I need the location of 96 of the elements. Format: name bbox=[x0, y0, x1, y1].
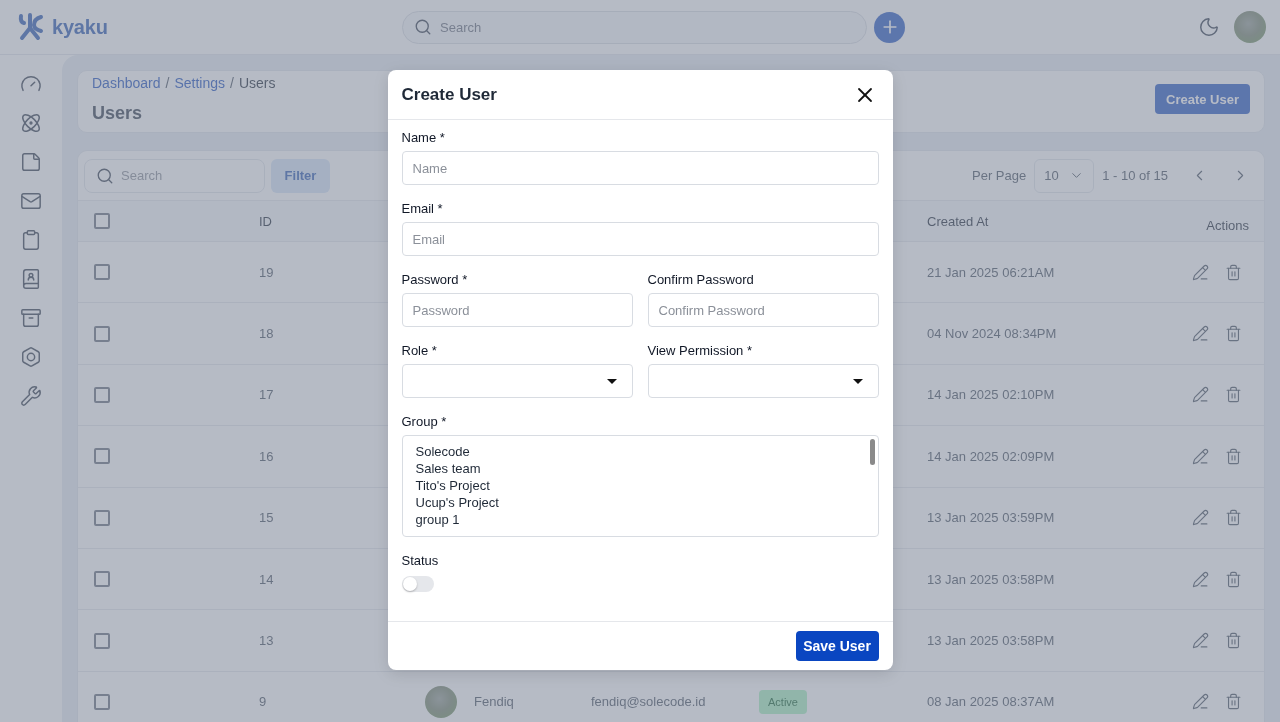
list-option[interactable]: Solecode bbox=[414, 443, 471, 460]
trash-icon[interactable] bbox=[1225, 447, 1242, 465]
pencil-icon[interactable] bbox=[1192, 509, 1209, 527]
per-page-label: Per Page bbox=[972, 168, 1027, 183]
hexagon-nut-icon[interactable] bbox=[20, 346, 42, 368]
select-field[interactable] bbox=[401, 364, 633, 398]
list-option[interactable]: Sales team bbox=[414, 460, 482, 477]
user-id: 13 bbox=[259, 633, 274, 649]
checkbox[interactable] bbox=[94, 325, 110, 342]
atom-icon[interactable] bbox=[20, 112, 42, 134]
mail-icon[interactable] bbox=[20, 190, 42, 212]
created-date: 14 Jan 2025 02:10PM bbox=[927, 387, 1055, 403]
checkbox[interactable] bbox=[94, 448, 110, 465]
trash-icon[interactable] bbox=[1225, 386, 1242, 404]
created-date: 08 Jan 2025 08:37AM bbox=[927, 694, 1055, 710]
pencil-icon[interactable] bbox=[1192, 386, 1209, 404]
add-button[interactable] bbox=[874, 11, 905, 43]
group-listbox[interactable]: Solecode Sales team Tito's Project Ucup's Project group 1 bbox=[401, 435, 879, 537]
trash-icon[interactable] bbox=[1225, 263, 1242, 281]
checkbox[interactable] bbox=[94, 386, 110, 403]
trash-icon[interactable] bbox=[1225, 632, 1242, 650]
modal-title: Create User bbox=[401, 84, 497, 105]
user-id: 9 bbox=[259, 694, 267, 710]
wrench-icon[interactable] bbox=[20, 385, 42, 407]
search-icon bbox=[414, 18, 432, 36]
checkbox[interactable] bbox=[94, 264, 110, 281]
status-toggle[interactable] bbox=[401, 576, 434, 592]
pencil-icon[interactable] bbox=[1192, 693, 1209, 711]
field-label: View Permission * bbox=[647, 342, 754, 359]
pencil-icon[interactable] bbox=[1192, 632, 1209, 650]
input-field[interactable]: Confirm Password bbox=[647, 293, 879, 327]
created-date: 04 Nov 2024 08:34PM bbox=[927, 326, 1057, 342]
checkbox[interactable] bbox=[94, 213, 110, 229]
logo-text: kyaku bbox=[52, 15, 108, 39]
breadcrumb-current: Users bbox=[238, 74, 276, 92]
column-header: ID bbox=[259, 213, 272, 229]
search-field[interactable]: Search bbox=[402, 10, 867, 44]
checkbox[interactable] bbox=[94, 509, 110, 526]
pencil-icon[interactable] bbox=[1192, 447, 1209, 465]
scrollbar-thumb[interactable] bbox=[869, 439, 875, 465]
list-option[interactable]: Tito's Project bbox=[414, 477, 491, 494]
trash-icon[interactable] bbox=[1225, 693, 1242, 711]
field-label: Status bbox=[401, 552, 440, 569]
created-date: 13 Jan 2025 03:58PM bbox=[927, 633, 1055, 649]
checkbox[interactable] bbox=[94, 632, 110, 649]
created-date: 13 Jan 2025 03:58PM bbox=[927, 571, 1055, 587]
checkbox[interactable] bbox=[94, 693, 110, 710]
input-field[interactable]: Name bbox=[401, 151, 879, 185]
created-date: 14 Jan 2025 02:09PM bbox=[927, 448, 1055, 464]
user-id: 16 bbox=[259, 448, 274, 464]
user-id: 19 bbox=[259, 264, 274, 280]
caret-icon bbox=[852, 378, 863, 384]
list-option[interactable]: group 1 bbox=[414, 511, 461, 528]
pencil-icon[interactable] bbox=[1192, 263, 1209, 281]
input-field[interactable]: Email bbox=[401, 222, 879, 256]
field-label: Group * bbox=[401, 413, 448, 430]
input-field[interactable]: Password bbox=[401, 293, 633, 327]
select-field[interactable] bbox=[647, 364, 879, 398]
archive-icon[interactable] bbox=[20, 307, 42, 329]
user-id: 18 bbox=[259, 326, 274, 342]
moon-icon[interactable] bbox=[1198, 16, 1220, 38]
page-range: 1 - 10 of 15 bbox=[1102, 168, 1168, 183]
user-id: 17 bbox=[259, 387, 274, 403]
breadcrumb-separator: / bbox=[230, 74, 234, 92]
avatar-placeholder[interactable] bbox=[1234, 11, 1266, 43]
field-label: Confirm Password bbox=[647, 271, 755, 288]
user-id: 15 bbox=[259, 510, 274, 526]
column-header: Actions bbox=[1206, 217, 1249, 233]
field-label: Password * bbox=[401, 271, 469, 288]
created-date: 21 Jan 2025 06:21AM bbox=[927, 264, 1055, 280]
save-user-button[interactable]: Save User bbox=[795, 631, 879, 661]
trash-icon[interactable] bbox=[1225, 325, 1242, 343]
clipboard-icon[interactable] bbox=[20, 229, 42, 251]
breadcrumb-separator: / bbox=[165, 74, 170, 92]
contact-book-icon[interactable] bbox=[20, 268, 42, 290]
user-name: Fendiq bbox=[474, 694, 514, 710]
search-icon bbox=[96, 166, 114, 185]
created-date: 13 Jan 2025 03:59PM bbox=[927, 510, 1055, 526]
pencil-icon[interactable] bbox=[1192, 325, 1209, 343]
user-id: 14 bbox=[259, 571, 274, 587]
logo-icon bbox=[17, 13, 45, 41]
note-icon[interactable] bbox=[20, 151, 42, 173]
checkbox[interactable] bbox=[94, 571, 110, 588]
field-label: Name * bbox=[401, 129, 446, 146]
caret-icon bbox=[606, 378, 617, 384]
trash-icon[interactable] bbox=[1225, 570, 1242, 588]
page-title: Users bbox=[92, 102, 144, 124]
list-option[interactable]: Ucup's Project bbox=[414, 494, 500, 511]
avatar-placeholder bbox=[425, 685, 457, 718]
field-label: Email * bbox=[401, 200, 444, 217]
trash-icon[interactable] bbox=[1225, 509, 1242, 527]
pencil-icon[interactable] bbox=[1192, 570, 1209, 588]
field-label: Role * bbox=[401, 342, 438, 359]
user-email: fendiq@solecode.id bbox=[591, 694, 706, 710]
status-badge: Active bbox=[759, 689, 807, 714]
column-header: Created At bbox=[927, 213, 989, 229]
